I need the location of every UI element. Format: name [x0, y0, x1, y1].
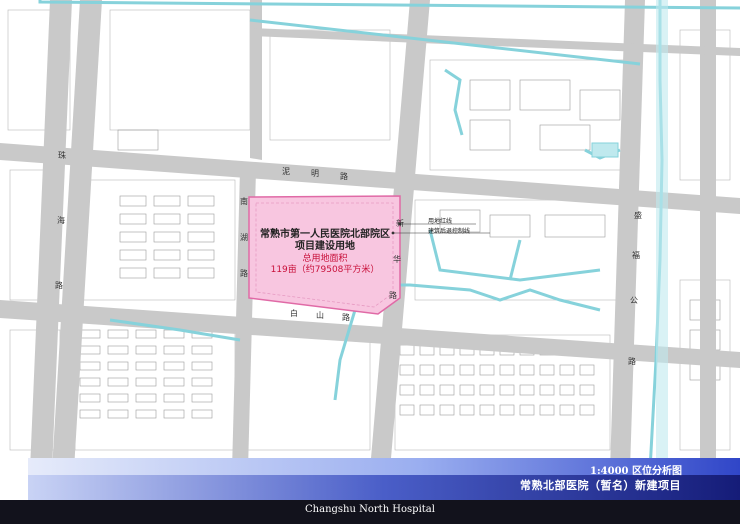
road-label-far-west-1: 珠 — [58, 151, 66, 160]
road-label-south-3: 路 — [342, 313, 350, 322]
site-name-line2: 项目建设用地 — [295, 241, 355, 252]
road-label-far-east-3: 公 — [630, 296, 638, 305]
footer-english-title: Changshu North Hospital — [305, 504, 435, 515]
road-label-north-3: 路 — [340, 172, 348, 181]
road-label-east-1: 新 — [396, 219, 404, 228]
road-label-south-1: 白 — [290, 309, 298, 318]
pond — [591, 142, 619, 158]
road-label-far-west-2: 海 — [57, 216, 65, 225]
banner-scale-title: 1:4000 区位分析图 — [590, 466, 682, 477]
road-label-south-2: 山 — [316, 311, 324, 320]
site-area-label: 总用地面积 — [302, 254, 348, 264]
road-label-far-west-3: 路 — [55, 281, 63, 290]
legend-red-line: 用地红线 — [428, 218, 453, 225]
road-label-north-2: 明 — [311, 169, 319, 178]
east-river — [656, 0, 668, 470]
site-area: 总用地面积 119亩（约79508平方米） — [240, 254, 410, 276]
road-label-west-1: 南 — [240, 197, 248, 206]
road-label-far-east-4: 路 — [628, 357, 636, 366]
road-label-north-1: 泥 — [282, 167, 290, 176]
site-name-line1: 常熟市第一人民医院北部院区 — [260, 229, 390, 240]
road-label-east-3: 路 — [389, 291, 397, 300]
banner-project-title: 常熟北部医院（暂名）新建项目 — [520, 479, 681, 492]
site-area-value: 119亩（约79508平方米） — [270, 265, 380, 275]
road-label-far-east-2: 福 — [632, 251, 640, 260]
site-title: 常熟市第一人民医院北部院区 项目建设用地 — [240, 229, 410, 253]
legend-build-line: 建筑后退控制线 — [428, 228, 471, 235]
road-label-far-east-1: 盛 — [634, 211, 642, 220]
